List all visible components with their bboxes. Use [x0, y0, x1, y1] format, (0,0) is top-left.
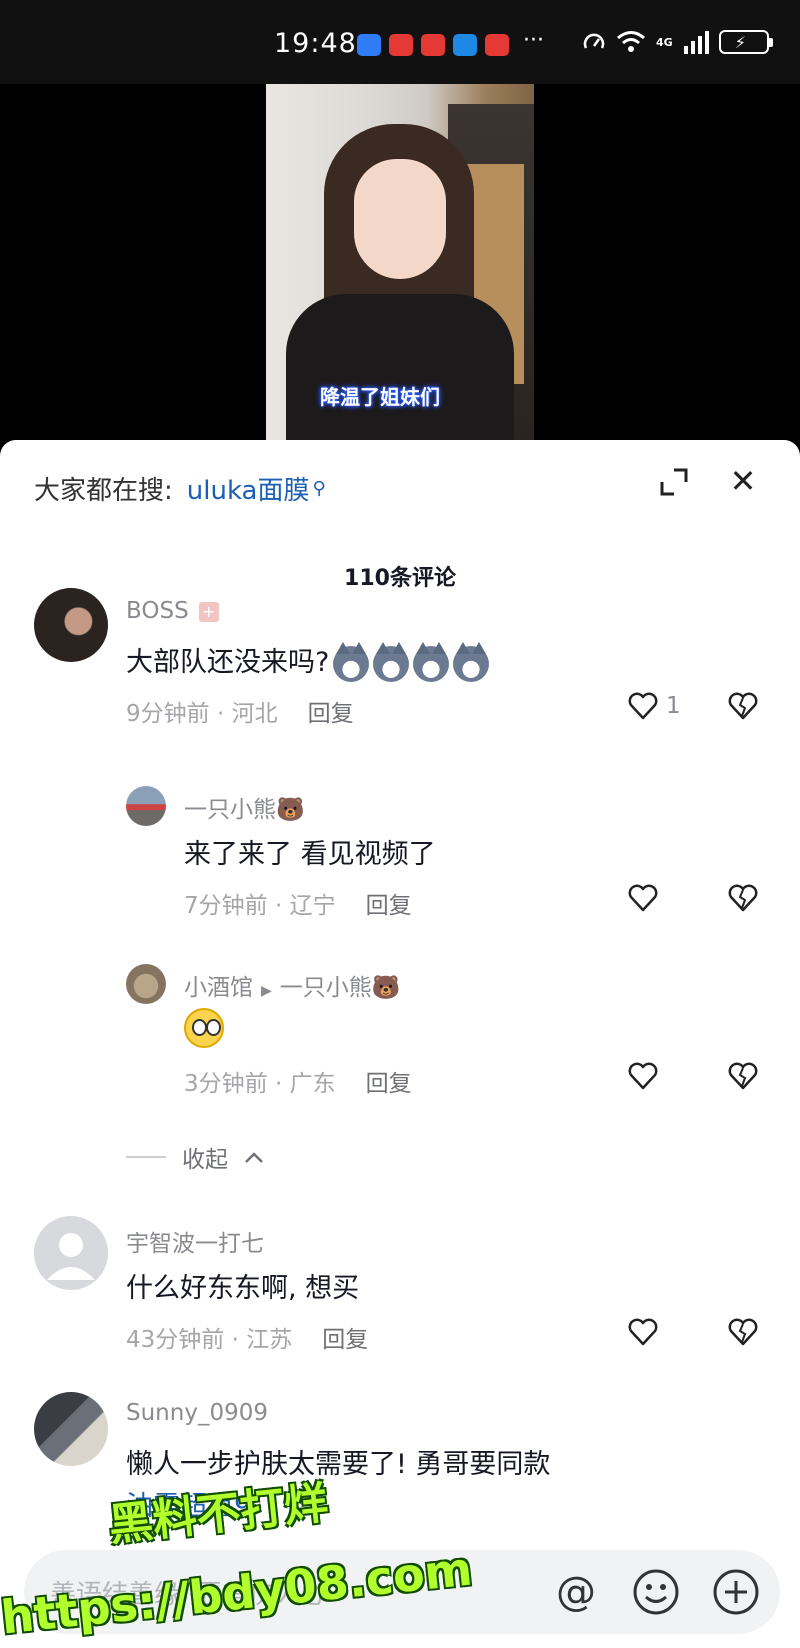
comment-meta: 43分钟前 · 江苏 回复	[126, 1327, 369, 1353]
heart-icon	[628, 1062, 658, 1090]
like-button[interactable]	[628, 1062, 658, 1090]
chevron-up-icon	[245, 1152, 263, 1163]
comment-author[interactable]: 小酒馆 ▶ 一只小熊🐻	[184, 968, 400, 1002]
like-button[interactable]	[628, 1318, 658, 1346]
mention-button[interactable]: @	[550, 1566, 602, 1618]
dislike-button[interactable]	[728, 884, 758, 912]
heart-icon	[628, 1318, 658, 1346]
reply-target[interactable]: 一只小熊🐻	[280, 975, 401, 1001]
expand-button[interactable]	[660, 468, 688, 496]
search-suggestion: 大家都在搜: uluka面膜 ⚲	[34, 470, 326, 507]
speed-icon	[583, 33, 605, 49]
comment-text: 懒人一步护肤太需要了! 勇哥要同款	[126, 1449, 551, 1480]
dislike-button[interactable]	[728, 1062, 758, 1090]
status-time: 19:48	[274, 28, 357, 59]
video-person-face	[354, 159, 446, 279]
collapse-button[interactable]: 收起	[126, 1140, 264, 1174]
search-icon[interactable]: ⚲	[312, 478, 325, 499]
wolf-emoji-icon	[413, 641, 450, 682]
like-count: 1	[666, 693, 681, 719]
like-button[interactable]	[628, 884, 658, 912]
emoji-button[interactable]	[630, 1566, 682, 1618]
dislike-button[interactable]	[728, 1318, 758, 1346]
broken-heart-icon	[728, 884, 758, 912]
collapse-label: 收起	[182, 1147, 228, 1173]
wolf-emoji-icon	[333, 641, 370, 682]
app-notification-icon	[485, 34, 509, 56]
network-type: 4G	[656, 35, 673, 49]
comment-text: 来了来了 看见视频了	[184, 839, 436, 870]
heart-icon	[628, 692, 658, 720]
plus-circle-icon	[713, 1569, 759, 1615]
close-button[interactable]: ✕	[726, 464, 760, 498]
avatar[interactable]	[126, 786, 166, 826]
video-caption: 降温了姐妹们	[320, 385, 440, 409]
comment-author[interactable]: BOSS +	[126, 598, 219, 624]
video-frame[interactable]: 降温了姐妹们	[266, 84, 534, 444]
comment-meta: 9分钟前 · 河北 回复	[126, 701, 354, 727]
at-icon: @	[556, 1569, 596, 1615]
app-notification-icon	[453, 34, 477, 56]
comment-author[interactable]: Sunny_0909	[126, 1400, 268, 1426]
wolf-emoji-icon	[453, 641, 490, 682]
broken-heart-icon	[728, 1318, 758, 1346]
app-notification-icon	[421, 34, 445, 56]
more-notifications-icon: ···	[523, 28, 544, 53]
app-notification-icon	[389, 34, 413, 56]
broken-heart-icon	[728, 692, 758, 720]
search-term-link[interactable]: uluka面膜	[187, 470, 310, 507]
reply-arrow-icon: ▶	[261, 983, 272, 999]
comment-count: 110条评论	[344, 566, 456, 591]
comment-text: 大部队还没来吗?	[126, 640, 490, 682]
comment-meta: 3分钟前 · 广东 回复	[184, 1071, 412, 1097]
signal-icon	[683, 31, 709, 54]
broken-heart-icon	[728, 1062, 758, 1090]
comment-text: 什么好东东啊, 想买	[126, 1273, 360, 1304]
app-notification-icon	[357, 34, 381, 56]
comment-text	[184, 1008, 224, 1055]
reply-button[interactable]: 回复	[308, 701, 354, 727]
default-avatar-icon	[47, 1233, 95, 1280]
rolling-eyes-emoji-icon	[184, 1008, 224, 1048]
badge-icon: +	[198, 601, 219, 622]
expand-icon	[660, 468, 688, 496]
reply-button[interactable]: 回复	[366, 1071, 412, 1097]
smile-icon	[633, 1569, 679, 1615]
reply-button[interactable]: 回复	[322, 1327, 368, 1353]
comment-sheet: 大家都在搜: uluka面膜 ⚲ ✕ 110条评论 BOSS + 大部队还没来吗?…	[0, 440, 800, 1648]
close-icon: ✕	[729, 462, 757, 500]
search-prefix: 大家都在搜:	[34, 476, 173, 506]
avatar[interactable]	[34, 588, 108, 662]
wolf-emoji-icon	[373, 641, 410, 682]
video-person-body	[286, 294, 514, 444]
add-button[interactable]	[710, 1566, 762, 1618]
divider	[126, 1156, 166, 1158]
system-status: 4G ⚡	[582, 30, 773, 54]
comment-author[interactable]: 一只小熊🐻	[184, 790, 305, 824]
reply-button[interactable]: 回复	[366, 893, 412, 919]
heart-icon	[628, 884, 658, 912]
dislike-button[interactable]	[728, 692, 758, 720]
like-button[interactable]: 1	[628, 692, 681, 720]
comment-author[interactable]: 宇智波一打七	[126, 1224, 264, 1258]
status-bar: 19:48 ··· 4G ⚡	[0, 0, 800, 84]
avatar[interactable]	[126, 964, 166, 1004]
notification-icons	[357, 34, 509, 56]
battery-charging-icon: ⚡	[718, 30, 773, 54]
avatar[interactable]	[34, 1392, 108, 1466]
video-player[interactable]: 降温了姐妹们	[0, 84, 800, 444]
avatar[interactable]	[34, 1216, 108, 1290]
wifi-icon	[617, 31, 645, 52]
comment-meta: 7分钟前 · 辽宁 回复	[184, 893, 412, 919]
